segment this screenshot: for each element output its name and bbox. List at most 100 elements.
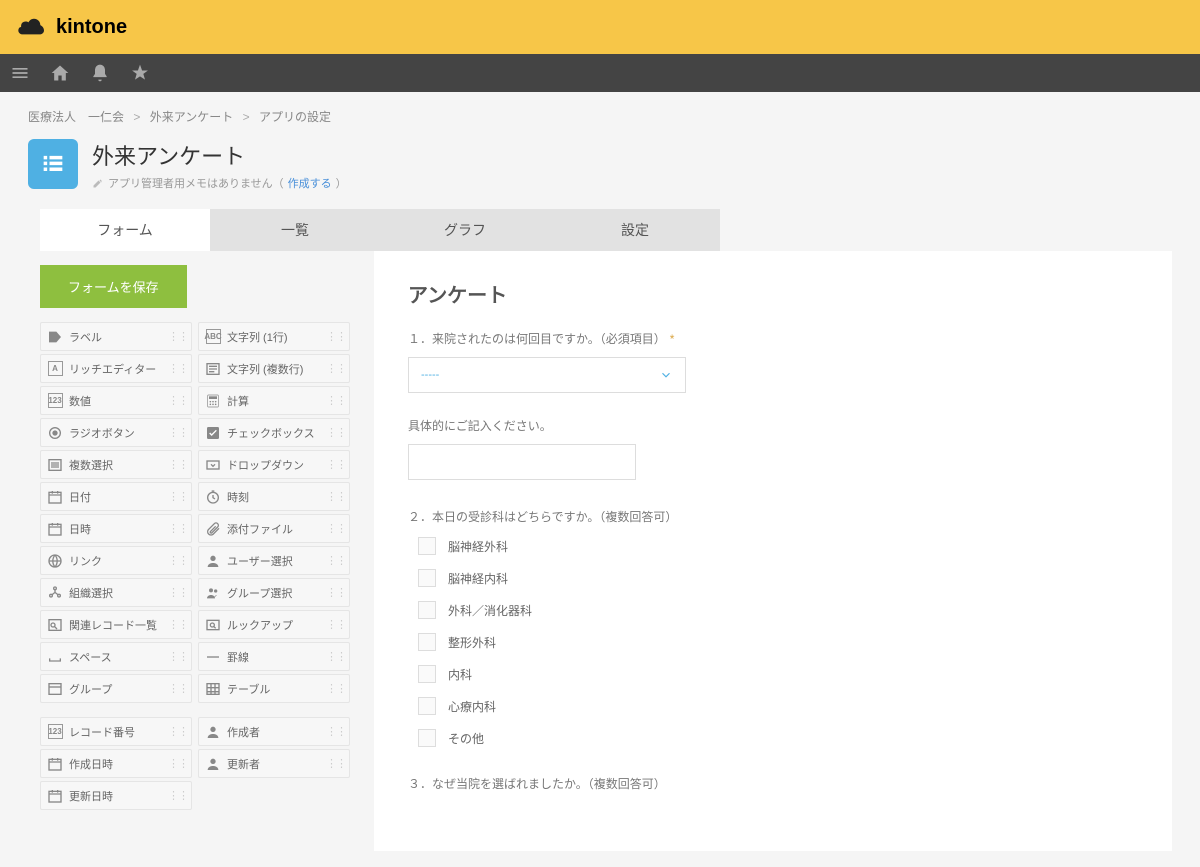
memo-create-link[interactable]: 作成する [288, 175, 332, 191]
checkbox-icon[interactable] [418, 601, 436, 619]
star-icon[interactable] [130, 63, 150, 83]
field-item-attach[interactable]: 添付ファイル⋮⋮ [198, 514, 350, 543]
tab-form[interactable]: フォーム [40, 209, 210, 251]
breadcrumb-sep: > [243, 110, 250, 124]
text1-icon: ABC [205, 329, 221, 345]
field-item-rich[interactable]: Aリッチエディター⋮⋮ [40, 354, 192, 383]
checkbox-row[interactable]: 外科／消化器科 [418, 601, 1138, 619]
checkbox-row[interactable]: 整形外科 [418, 633, 1138, 651]
field-item-user[interactable]: ユーザー選択 ⋮⋮ [198, 546, 350, 575]
grip-icon: ⋮⋮ [326, 725, 346, 738]
field-item-check[interactable]: チェックボックス⋮⋮ [198, 418, 350, 447]
multisel-icon [47, 457, 63, 473]
date-icon [47, 489, 63, 505]
checkbox-row[interactable]: 脳神経外科 [418, 537, 1138, 555]
brand-header: kintone [0, 0, 1200, 54]
field-item-label: グループ [69, 681, 112, 697]
textmulti-icon [205, 361, 221, 377]
field-item-creator[interactable]: 作成者⋮⋮ [198, 717, 350, 746]
field-item-text1[interactable]: ABC文字列 (1行)⋮⋮ [198, 322, 350, 351]
field-item-recno[interactable]: 123レコード番号⋮⋮ [40, 717, 192, 746]
bell-icon[interactable] [90, 63, 110, 83]
question-1b-label: 具体的にご記入ください。 [408, 417, 1138, 434]
field-item-time[interactable]: 時刻⋮⋮ [198, 482, 350, 511]
checkbox-row[interactable]: 脳神経内科 [418, 569, 1138, 587]
grip-icon: ⋮⋮ [168, 490, 188, 503]
save-form-button[interactable]: フォームを保存 [40, 265, 187, 308]
group-icon [205, 585, 221, 601]
field-item-updater[interactable]: 更新者⋮⋮ [198, 749, 350, 778]
grip-icon: ⋮⋮ [326, 650, 346, 663]
field-item-label: ユーザー選択 [227, 553, 293, 569]
num-icon: 123 [47, 393, 63, 409]
tab-graph[interactable]: グラフ [380, 209, 550, 251]
field-item-lookup[interactable]: ルックアップ⋮⋮ [198, 610, 350, 639]
checkbox-label: 脳神経外科 [448, 538, 508, 555]
check-icon [205, 425, 221, 441]
breadcrumb: 医療法人 一仁会 > 外来アンケート > アプリの設定 [28, 108, 1172, 125]
breadcrumb-org[interactable]: 医療法人 一仁会 [28, 110, 124, 124]
content-area: 医療法人 一仁会 > 外来アンケート > アプリの設定 外来アンケート アプリ管… [0, 92, 1200, 867]
field-item-related[interactable]: 関連レコード一覧⋮⋮ [40, 610, 192, 639]
grip-icon: ⋮⋮ [326, 554, 346, 567]
menu-icon[interactable] [10, 63, 30, 83]
dropdown-value: ----- [421, 369, 439, 381]
field-item-groupf[interactable]: グループ⋮⋮ [40, 674, 192, 703]
checkbox-icon[interactable] [418, 633, 436, 651]
field-item-date[interactable]: 日付⋮⋮ [40, 482, 192, 511]
field-item-group[interactable]: グループ選択⋮⋮ [198, 578, 350, 607]
checkbox-label: 外科／消化器科 [448, 602, 532, 619]
updater-icon [205, 756, 221, 772]
checkbox-icon[interactable] [418, 665, 436, 683]
field-item-radio[interactable]: ラジオボタン⋮⋮ [40, 418, 192, 447]
field-item-calc[interactable]: 計算⋮⋮ [198, 386, 350, 415]
question-1-dropdown[interactable]: ----- [408, 357, 686, 393]
checkbox-icon[interactable] [418, 537, 436, 555]
checkbox-row[interactable]: その他 [418, 729, 1138, 747]
field-item-label: 作成日時 [69, 756, 113, 772]
field-item-link[interactable]: リンク⋮⋮ [40, 546, 192, 575]
checkbox-icon[interactable] [418, 697, 436, 715]
app-title: 外来アンケート [92, 139, 347, 171]
tab-settings[interactable]: 設定 [550, 209, 720, 251]
checkbox-label: 内科 [448, 666, 472, 683]
tab-list[interactable]: 一覧 [210, 209, 380, 251]
radio-icon [47, 425, 63, 441]
field-item-updated[interactable]: 更新日時⋮⋮ [40, 781, 192, 810]
field-item-org[interactable]: 組織選択⋮⋮ [40, 578, 192, 607]
grip-icon: ⋮⋮ [168, 330, 188, 343]
grip-icon: ⋮⋮ [168, 618, 188, 631]
user-icon [205, 553, 221, 569]
grip-icon: ⋮⋮ [168, 789, 188, 802]
field-item-label: テーブル [227, 681, 270, 697]
field-item-space[interactable]: スペース ⋮⋮ [40, 642, 192, 671]
field-item-multisel[interactable]: 複数選択⋮⋮ [40, 450, 192, 479]
field-item-created[interactable]: 作成日時⋮⋮ [40, 749, 192, 778]
home-icon[interactable] [50, 63, 70, 83]
chevron-down-icon [659, 368, 673, 382]
edit-icon [92, 177, 104, 189]
field-item-datetime[interactable]: 日時⋮⋮ [40, 514, 192, 543]
checkbox-row[interactable]: 心療内科 [418, 697, 1138, 715]
field-item-label: 更新者 [227, 756, 260, 772]
field-item-num[interactable]: 123数値⋮⋮ [40, 386, 192, 415]
link-icon [47, 553, 63, 569]
lookup-icon [205, 617, 221, 633]
groupf-icon [47, 681, 63, 697]
question-1b-input[interactable] [408, 444, 636, 480]
checkbox-icon[interactable] [418, 729, 436, 747]
field-item-textmulti[interactable]: 文字列 (複数行)⋮⋮ [198, 354, 350, 383]
breadcrumb-app[interactable]: 外来アンケート [150, 110, 234, 124]
field-item-label[interactable]: ラベル⋮⋮ [40, 322, 192, 351]
field-item-line[interactable]: 罫線 ⋮⋮ [198, 642, 350, 671]
grip-icon: ⋮⋮ [168, 650, 188, 663]
field-item-table[interactable]: テーブル⋮⋮ [198, 674, 350, 703]
checkbox-icon[interactable] [418, 569, 436, 587]
field-item-label: スペース [69, 649, 112, 665]
field-item-label: 罫線 [227, 649, 249, 665]
app-title-block: 外来アンケート アプリ管理者用メモはありません（作成する） [92, 139, 347, 191]
field-item-dropdown[interactable]: ドロップダウン⋮⋮ [198, 450, 350, 479]
logo[interactable]: kintone [18, 16, 127, 39]
grip-icon: ⋮⋮ [168, 394, 188, 407]
checkbox-row[interactable]: 内科 [418, 665, 1138, 683]
